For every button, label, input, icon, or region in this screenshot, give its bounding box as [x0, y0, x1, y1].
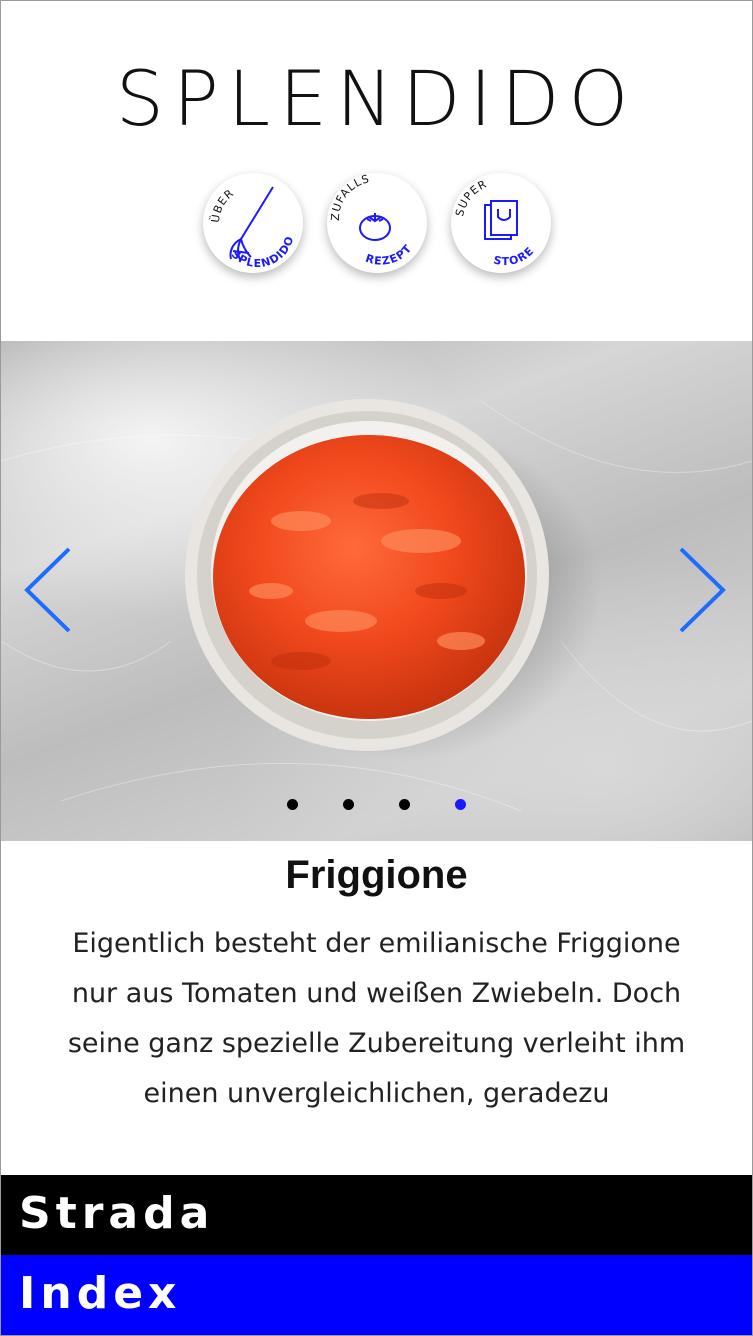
recipe-description: Eigentlich besteht der emilianische Frig… [67, 928, 686, 1109]
svg-text:REZEPT: REZEPT [364, 242, 415, 268]
carousel-dot-2[interactable] [343, 799, 354, 810]
site-logo[interactable]: SPLENDIDO [1, 59, 752, 139]
about-badge-graphic: ÜBER SPLENDIDO [209, 186, 296, 270]
super-store-badge[interactable]: SUPER STORE [451, 173, 551, 273]
app-frame: SPLENDIDO ÜBER SPLENDIDO ZUFALLS REZEPT … [0, 0, 753, 1336]
random-recipe-badge[interactable]: ZUFALLS REZEPT [327, 173, 427, 273]
svg-text:STORE: STORE [492, 244, 537, 268]
svg-text:ÜBER: ÜBER [209, 186, 237, 223]
tomato-icon [359, 213, 391, 241]
index-nav-bar[interactable]: Index [1, 1255, 752, 1335]
shopping-bag-icon [484, 200, 518, 240]
chevron-left-icon [24, 547, 71, 633]
strada-nav-bar[interactable]: Strada [1, 1175, 752, 1255]
chevron-right-icon [679, 547, 726, 633]
carousel-dot-4-active[interactable] [455, 799, 466, 810]
carousel-dot-1[interactable] [287, 799, 298, 810]
badge-bottom-text: REZEPT [364, 242, 414, 268]
carousel-dot-3[interactable] [399, 799, 410, 810]
carousel-next-button[interactable] [679, 545, 729, 635]
recipe-image-carousel[interactable] [1, 341, 752, 841]
about-splendido-badge[interactable]: ÜBER SPLENDIDO [203, 173, 303, 273]
super-store-badge-graphic: SUPER STORE [453, 177, 537, 268]
recipe-title[interactable]: Friggione [1, 849, 752, 901]
random-recipe-badge-graphic: ZUFALLS REZEPT [329, 173, 415, 268]
carousel-pagination [1, 799, 752, 813]
badge-row: ÜBER SPLENDIDO ZUFALLS REZEPT SUPER STOR… [1, 173, 752, 283]
carousel-prev-button[interactable] [21, 545, 71, 635]
svg-text:ZUFALLS: ZUFALLS [329, 173, 371, 221]
badge-top-text: SUPER [453, 177, 488, 217]
svg-text:SUPER: SUPER [453, 177, 489, 217]
friggione-dish-photo [1, 399, 752, 812]
badge-top-text: ÜBER [209, 186, 236, 223]
badge-top-text: ZUFALLS [329, 173, 370, 221]
badge-bottom-text: STORE [492, 244, 536, 268]
